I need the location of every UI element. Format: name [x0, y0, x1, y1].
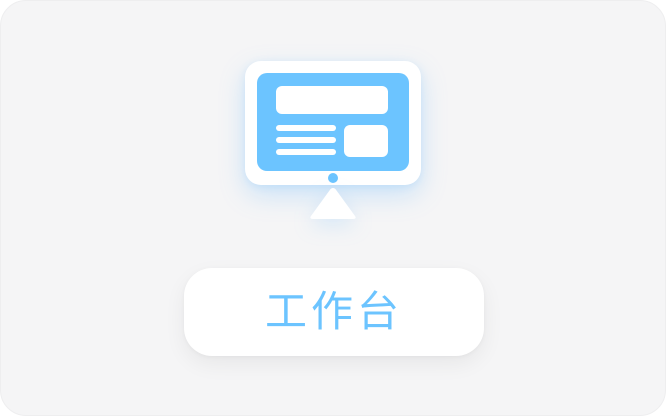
monitor-stand-icon — [310, 188, 356, 219]
workbench-card[interactable]: 工作台 — [0, 0, 666, 416]
screen-text-line — [276, 125, 336, 131]
screen-side-block — [344, 125, 388, 157]
screen-text-line — [276, 149, 336, 155]
power-indicator-icon — [328, 173, 338, 183]
screen-text-line — [276, 137, 336, 143]
workbench-monitor-icon — [245, 61, 421, 231]
workbench-label-pill[interactable]: 工作台 — [184, 268, 484, 356]
screen-header-block — [276, 86, 388, 114]
workbench-label: 工作台 — [264, 287, 403, 336]
monitor-frame — [245, 61, 421, 185]
